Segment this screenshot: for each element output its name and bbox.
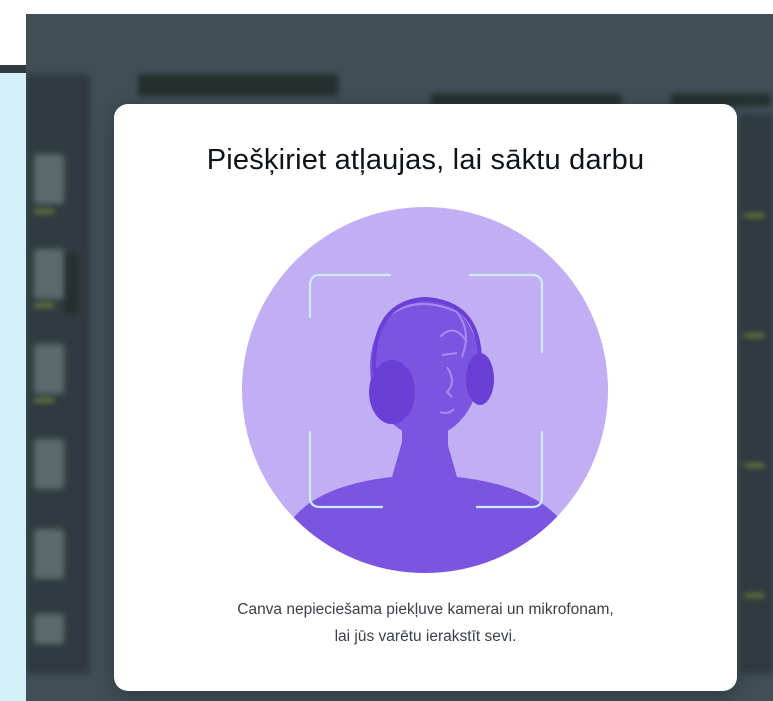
background-accent	[744, 464, 764, 467]
description-line-1: Canva nepieciešama piekļuve kamerai un m…	[237, 601, 614, 618]
background-accent	[744, 334, 764, 337]
modal-title: Piešķiriet atļaujas, lai sāktu darbu	[206, 144, 645, 176]
left-panel-topbar	[0, 65, 26, 73]
background-bar	[138, 74, 338, 96]
permissions-modal: Piešķiriet atļaujas, lai sāktu darbu Can…	[114, 104, 737, 691]
background-thumb	[34, 344, 64, 394]
person-headphones-camera-frame-icon	[242, 207, 608, 573]
modal-description: Canva nepieciešama piekļuve kamerai un m…	[144, 596, 707, 650]
background-accent	[34, 399, 54, 402]
background-thumb	[34, 614, 64, 644]
background-bar	[64, 254, 78, 314]
left-panel	[0, 65, 26, 701]
background-accent	[744, 594, 764, 597]
background-column	[741, 114, 773, 674]
background-thumb	[34, 439, 64, 489]
background-thumb	[34, 249, 64, 299]
description-line-2: lai jūs varētu ierakstīt sevi.	[334, 628, 517, 645]
background-thumb	[34, 154, 64, 204]
background-accent	[34, 304, 54, 307]
background-thumb	[34, 529, 64, 579]
background-accent	[34, 210, 54, 213]
background-accent	[744, 214, 764, 217]
